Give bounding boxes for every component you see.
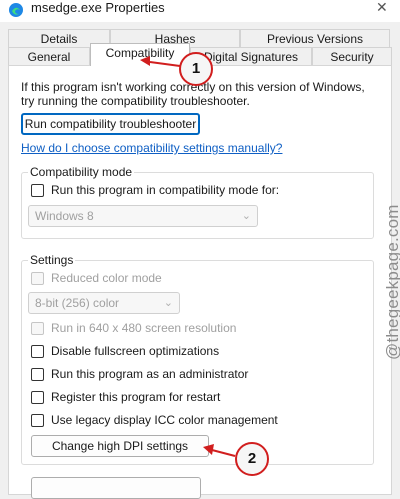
settings-label: Settings: [28, 253, 76, 267]
change-settings-all-users-button[interactable]: [31, 477, 201, 499]
title-bar: msedge.exe Properties ✕: [0, 0, 400, 22]
compat-mode-checkbox-label: Run this program in compatibility mode f…: [51, 183, 280, 197]
register-restart-label: Register this program for restart: [51, 390, 221, 404]
run-troubleshooter-button[interactable]: Run compatibility troubleshooter: [21, 113, 200, 135]
color-depth-value: 8-bit (256) color: [35, 296, 120, 310]
chevron-down-icon: ⌄: [241, 210, 251, 222]
step-2-callout: 2: [235, 442, 269, 476]
resolution-checkbox[interactable]: [31, 322, 44, 335]
reduced-color-label: Reduced color mode: [51, 271, 162, 285]
compatibility-mode-label: Compatibility mode: [28, 165, 135, 179]
tab-previous-versions[interactable]: Previous Versions: [240, 29, 390, 49]
resolution-label: Run in 640 x 480 screen resolution: [51, 321, 237, 335]
compat-mode-checkbox[interactable]: [31, 184, 44, 197]
os-version-value: Windows 8: [35, 209, 94, 223]
legacy-icc-checkbox[interactable]: [31, 414, 44, 427]
tab-security[interactable]: Security: [312, 47, 392, 67]
close-icon[interactable]: ✕: [376, 0, 388, 14]
register-restart-checkbox[interactable]: [31, 391, 44, 404]
step-1-callout: 1: [179, 52, 213, 86]
chevron-down-icon: ⌄: [163, 297, 173, 309]
intro-text-line-2: try running the compatibility troublesho…: [21, 94, 250, 108]
change-high-dpi-button[interactable]: Change high DPI settings: [31, 435, 209, 457]
color-depth-select[interactable]: 8-bit (256) color ⌄: [28, 292, 180, 314]
fullscreen-opt-checkbox[interactable]: [31, 345, 44, 358]
legacy-icc-label: Use legacy display ICC color management: [51, 413, 278, 427]
window-title: msedge.exe Properties: [31, 0, 165, 15]
run-as-admin-checkbox[interactable]: [31, 368, 44, 381]
edge-app-icon: [9, 3, 23, 17]
run-as-admin-label: Run this program as an administrator: [51, 367, 249, 381]
help-link[interactable]: How do I choose compatibility settings m…: [21, 141, 282, 156]
fullscreen-opt-label: Disable fullscreen optimizations: [51, 344, 220, 358]
os-version-select[interactable]: Windows 8 ⌄: [28, 205, 258, 227]
watermark-text: @thegeekpage.com: [383, 204, 400, 360]
tab-compatibility[interactable]: Compatibility: [90, 43, 190, 66]
reduced-color-checkbox[interactable]: [31, 272, 44, 285]
tab-general[interactable]: General: [8, 47, 90, 67]
